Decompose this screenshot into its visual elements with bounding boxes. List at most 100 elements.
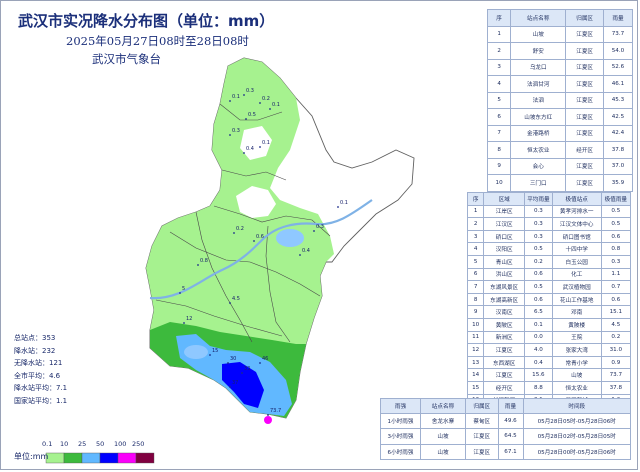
table-cell: 1 xyxy=(486,25,512,43)
col-rainfall: 雨量 xyxy=(497,397,524,415)
table-row: 9 会心 江夏区 37.0 xyxy=(486,157,634,175)
legend-tick-label: 10 xyxy=(60,440,69,448)
table-cell: 0.1 xyxy=(524,317,553,332)
table-cell: 经开区 xyxy=(483,380,526,395)
max-intensity-body: 1小时雨强 舍龙水寨 蔡甸区 49.6 05月28日05时-05月28日06时 3小时雨强… xyxy=(380,413,631,460)
legend-tick-label: 0.1 xyxy=(42,440,53,448)
table-row: 10 三门口 江夏区 35.9 xyxy=(486,174,634,192)
table-cell: 6小时雨强 xyxy=(380,443,421,460)
table-cell: 恒太农业 xyxy=(551,380,602,395)
station-dot xyxy=(233,232,235,234)
station-value-label: 12 xyxy=(186,316,192,322)
table-cell: 江夏区 xyxy=(565,91,604,109)
table-cell: 三门口 xyxy=(510,174,567,192)
table-cell: 4 xyxy=(486,75,512,93)
table-cell: 05月28日05时-05月28日06时 xyxy=(522,413,631,430)
table-cell: 42.5 xyxy=(602,108,634,126)
station-dot xyxy=(243,152,245,154)
stat-city-average: 全市平均：4.6 xyxy=(14,371,61,380)
table-cell: 0.5 xyxy=(600,217,632,231)
col-district: 归属区 xyxy=(565,9,604,27)
table-row: 1 江岸区 0.3 黄孝河排水一 0.5 xyxy=(466,204,632,219)
table-cell: 0.5 xyxy=(524,242,553,256)
table-row: 10 黄陂区 0.1 黄陂楼 4.5 xyxy=(466,317,632,332)
table-cell: 黄陂区 xyxy=(483,317,526,332)
station-dot xyxy=(259,102,261,104)
table-cell: 江夏区 xyxy=(565,58,604,76)
table-cell: 5 xyxy=(466,254,485,269)
table-cell: 十四中学 xyxy=(551,242,602,256)
stat-rain-station-average: 降水站平均：7.1 xyxy=(14,384,68,393)
table-cell: 法泗 xyxy=(510,91,567,109)
station-value-label: 0.2 xyxy=(262,96,270,102)
station-value-label: 0.6 xyxy=(256,234,264,240)
table-row: 3小时雨强 山坡 江夏区 64.5 05月28日02时-05月28日05时 xyxy=(380,428,631,445)
table-cell: 蔡甸区 xyxy=(465,413,499,430)
precipitation-map[interactable]: 0.10.30.20.10.50.30.40.10.20.60.854.5121… xyxy=(0,0,470,440)
station-value-label: 0.4 xyxy=(302,248,310,254)
table-cell: 2 xyxy=(466,217,485,231)
table-row: 13 东西湖区 0.4 常青小学 0.9 xyxy=(466,355,632,370)
table-cell: 5 xyxy=(486,91,512,109)
table-header-row: 序 区域 平均雨量 极值站点 极值雨量 xyxy=(466,192,632,206)
table-cell: 05月28日02时-05月28日05时 xyxy=(522,428,631,445)
legend-tick-label: 25 xyxy=(78,440,87,448)
station-dot xyxy=(313,230,315,232)
table-cell: 舒安 xyxy=(510,42,567,60)
table-cell: 武汉植物园 xyxy=(551,280,602,294)
table-row: 3 乌龙口 江夏区 52.6 xyxy=(486,58,634,76)
table-cell: 1 xyxy=(466,204,485,219)
station-value-label: 46 xyxy=(262,356,268,362)
station-dot xyxy=(259,146,261,148)
table-cell: 45.3 xyxy=(602,91,634,109)
station-dot xyxy=(337,206,339,208)
table-cell: 7 xyxy=(486,124,512,142)
table-cell: 东湖高新区 xyxy=(483,292,526,307)
table-cell: 青山区 xyxy=(483,254,526,269)
table-cell: 9 xyxy=(486,157,512,175)
precip-statistics: 总站点：353 降水站：232 无降水站：121 全市平均：4.6 降水站平均：… xyxy=(14,332,67,408)
stat-total-stations: 总站点：353 xyxy=(14,334,56,342)
legend-swatch xyxy=(45,452,65,464)
stat-rain-stations: 降水站：232 xyxy=(14,346,56,355)
table-cell: 江夏区 xyxy=(565,174,604,192)
station-dot xyxy=(183,322,185,324)
table-cell: 江夏区 xyxy=(483,368,526,382)
table-cell: 73.7 xyxy=(600,368,632,382)
table-cell: 金港路桥 xyxy=(510,124,567,142)
table-cell: 0.7 xyxy=(600,280,632,294)
station-dot xyxy=(259,362,261,364)
station-value-label: 15 xyxy=(212,348,218,354)
table-cell: 0.9 xyxy=(600,355,632,370)
legend-tick-label: 100 xyxy=(114,440,127,448)
station-value-label: 5 xyxy=(182,286,185,292)
table-cell: 0.6 xyxy=(600,292,632,307)
table-cell: 白玉公园 xyxy=(551,254,602,269)
table-cell: 法泗甘河 xyxy=(510,75,567,93)
legend-swatch xyxy=(99,452,119,464)
table-cell: 0.3 xyxy=(524,229,553,244)
table-row: 11 新洲区 0.0 王院 0.2 xyxy=(466,330,632,345)
table-cell: 江汉文体中心 xyxy=(551,217,602,231)
station-dot xyxy=(227,362,229,364)
table-cell: 化工 xyxy=(551,267,602,282)
table-row: 2 江汉区 0.3 江汉文体中心 0.5 xyxy=(466,217,632,231)
table-cell: 汉阳区 xyxy=(483,242,526,256)
table-row: 5 法泗 江夏区 45.3 xyxy=(486,91,634,109)
station-dot xyxy=(245,118,247,120)
table-cell: 会心 xyxy=(510,157,567,175)
lake-east xyxy=(276,229,304,247)
station-dot xyxy=(267,414,269,416)
max-intensity-table: 雨强 站点名称 归属区 雨量 时间段 1小时雨强 舍龙水寨 蔡甸区 49.6 05月28… xyxy=(380,397,631,460)
col-max-value: 极值雨量 xyxy=(600,192,632,206)
station-dot xyxy=(209,354,211,356)
table-cell: 0.6 xyxy=(524,267,553,282)
table-cell: 江汉区 xyxy=(483,217,526,231)
table-cell: 东湖风景区 xyxy=(483,280,526,294)
col-station: 站点名称 xyxy=(510,9,567,27)
table-cell: 江夏区 xyxy=(483,343,526,357)
station-value-label: 73.7 xyxy=(270,408,281,414)
station-value-label: 30 xyxy=(230,356,236,362)
table-cell: 42.4 xyxy=(602,124,634,142)
top-stations-body: 1 山坡 江夏区 73.7 2 舒安 江夏区 54.0 3 乌龙口 江夏区 52.6 4 法泗甘河 江夏区 4… xyxy=(486,25,634,192)
